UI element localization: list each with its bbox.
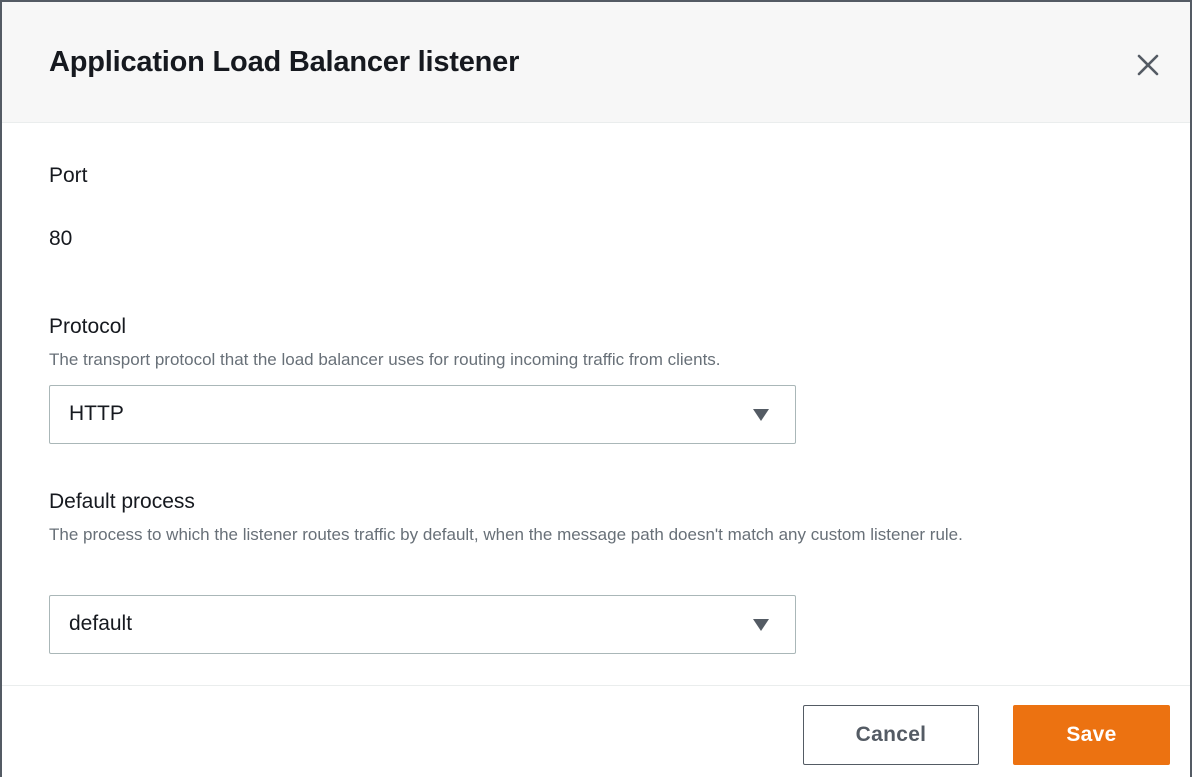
default-process-select[interactable]: default — [49, 595, 796, 654]
cancel-button[interactable]: Cancel — [803, 705, 979, 765]
caret-down-icon — [753, 409, 769, 421]
default-process-label: Default process — [49, 490, 195, 513]
listener-modal: Application Load Balancer listener Port … — [0, 0, 1192, 777]
modal-title: Application Load Balancer listener — [49, 46, 520, 78]
protocol-select[interactable]: HTTP — [49, 385, 796, 444]
modal-header: Application Load Balancer listener — [2, 2, 1190, 123]
default-process-description: The process to which the listener routes… — [49, 525, 963, 544]
default-process-select-value: default — [69, 612, 133, 635]
protocol-label: Protocol — [49, 315, 127, 338]
port-label: Port — [49, 164, 88, 187]
protocol-description: The transport protocol that the load bal… — [49, 350, 721, 369]
footer-divider — [2, 685, 1190, 686]
close-icon — [1137, 54, 1159, 76]
save-button[interactable]: Save — [1013, 705, 1170, 765]
port-value: 80 — [49, 227, 73, 250]
caret-down-icon — [753, 619, 769, 631]
close-button[interactable] — [1130, 47, 1166, 83]
protocol-select-value: HTTP — [69, 402, 124, 425]
